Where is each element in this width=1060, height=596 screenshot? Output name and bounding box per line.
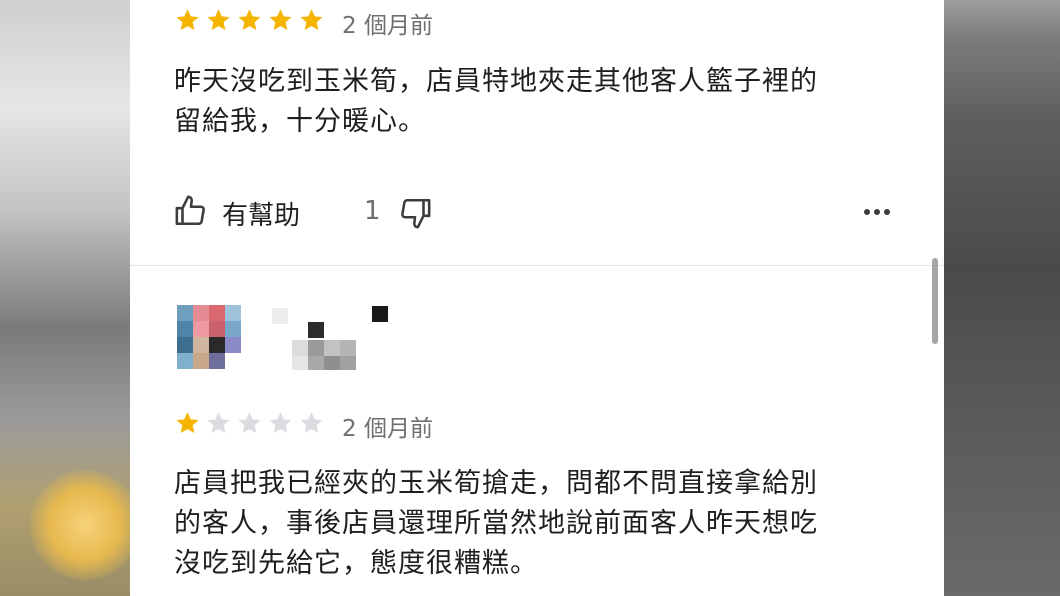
star-empty-icon	[269, 412, 292, 433]
star-filled-icon	[269, 9, 292, 30]
thumbs-up-icon[interactable]	[174, 193, 208, 229]
star-filled-icon	[176, 412, 199, 433]
review-actions: 有幫助 1	[174, 193, 894, 233]
avatar[interactable]	[177, 305, 241, 369]
star-empty-icon	[300, 412, 323, 433]
star-filled-icon	[207, 9, 230, 30]
star-empty-icon	[207, 412, 230, 433]
review-text-line: 店員把我已經夾的玉米筍搶走，問都不問直接拿給別	[174, 468, 818, 499]
review-rating-stars	[174, 410, 325, 437]
star-filled-icon	[238, 9, 261, 30]
review-text-line: 沒吃到先給它，態度很糟糕。	[174, 548, 538, 579]
review-text: 店員把我已經夾的玉米筍搶走，問都不問直接拿給別 的客人，事後店員還理所當然地說前…	[174, 464, 818, 584]
helpful-button-label[interactable]: 有幫助	[222, 195, 300, 232]
helpful-count: 1	[364, 196, 381, 226]
reviewer-name[interactable]	[272, 300, 392, 372]
blurred-background-left	[0, 0, 140, 596]
review-text: 昨天沒吃到玉米筍，店員特地夾走其他客人籃子裡的 留給我，十分暖心。	[174, 62, 818, 142]
review-text-line: 留給我，十分暖心。	[174, 106, 426, 137]
review-date: 2 個月前	[342, 416, 433, 442]
star-filled-icon	[300, 9, 323, 30]
star-empty-icon	[238, 412, 261, 433]
scrollbar-thumb[interactable]	[932, 258, 938, 344]
review-rating-stars	[174, 7, 325, 34]
thumbs-down-icon[interactable]	[398, 195, 432, 231]
review-divider	[130, 265, 944, 266]
review-text-line: 的客人，事後店員還理所當然地說前面客人昨天想吃	[174, 508, 818, 539]
review-text-line: 昨天沒吃到玉米筍，店員特地夾走其他客人籃子裡的	[174, 66, 818, 97]
star-filled-icon	[176, 9, 199, 30]
blurred-light-blob	[30, 470, 140, 580]
more-options-icon[interactable]	[860, 197, 894, 227]
review-date: 2 個月前	[342, 13, 433, 39]
reviews-panel: 2 個月前 昨天沒吃到玉米筍，店員特地夾走其他客人籃子裡的 留給我，十分暖心。 …	[130, 0, 944, 596]
blurred-background-right	[944, 0, 1060, 596]
